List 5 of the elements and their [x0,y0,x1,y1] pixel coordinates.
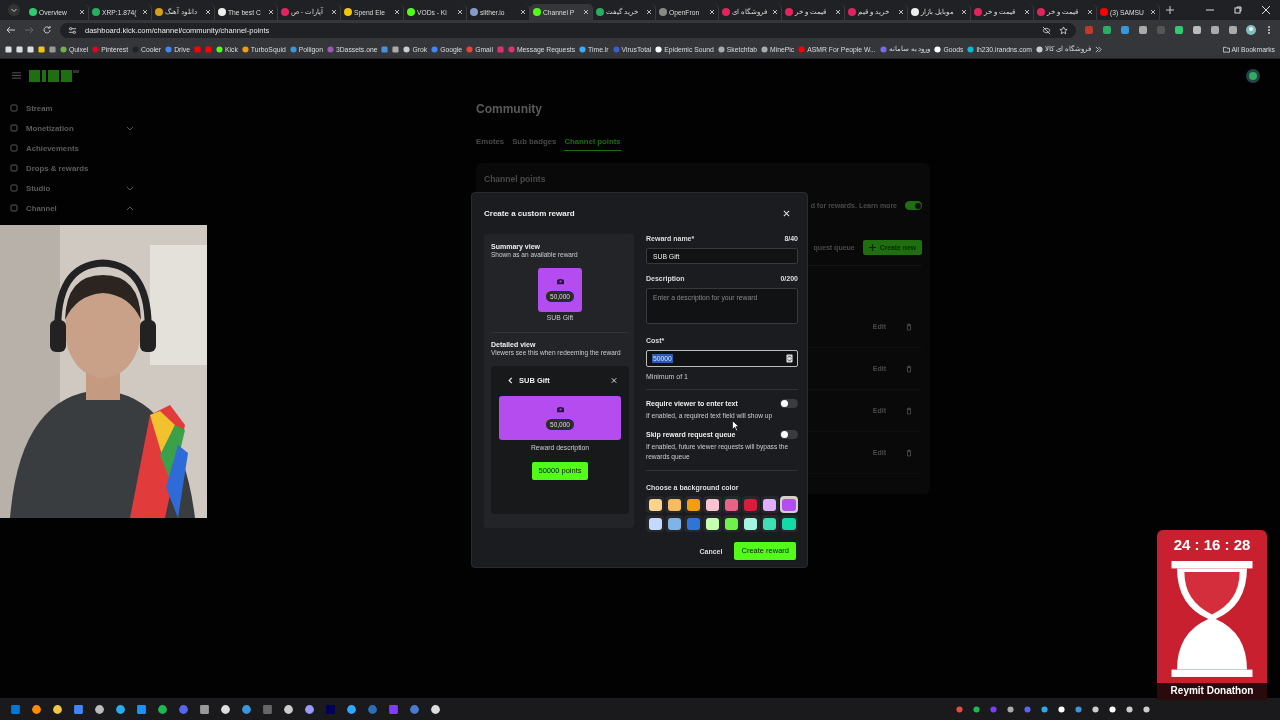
countdown-timer: 24 : 16 : 28 [1173,535,1251,555]
page-title: Community [476,101,543,117]
section-title: Channel points [484,173,547,185]
modal-title: Create a custom reward [484,209,575,218]
overlay-label: Reymit Donathon [1157,683,1267,700]
